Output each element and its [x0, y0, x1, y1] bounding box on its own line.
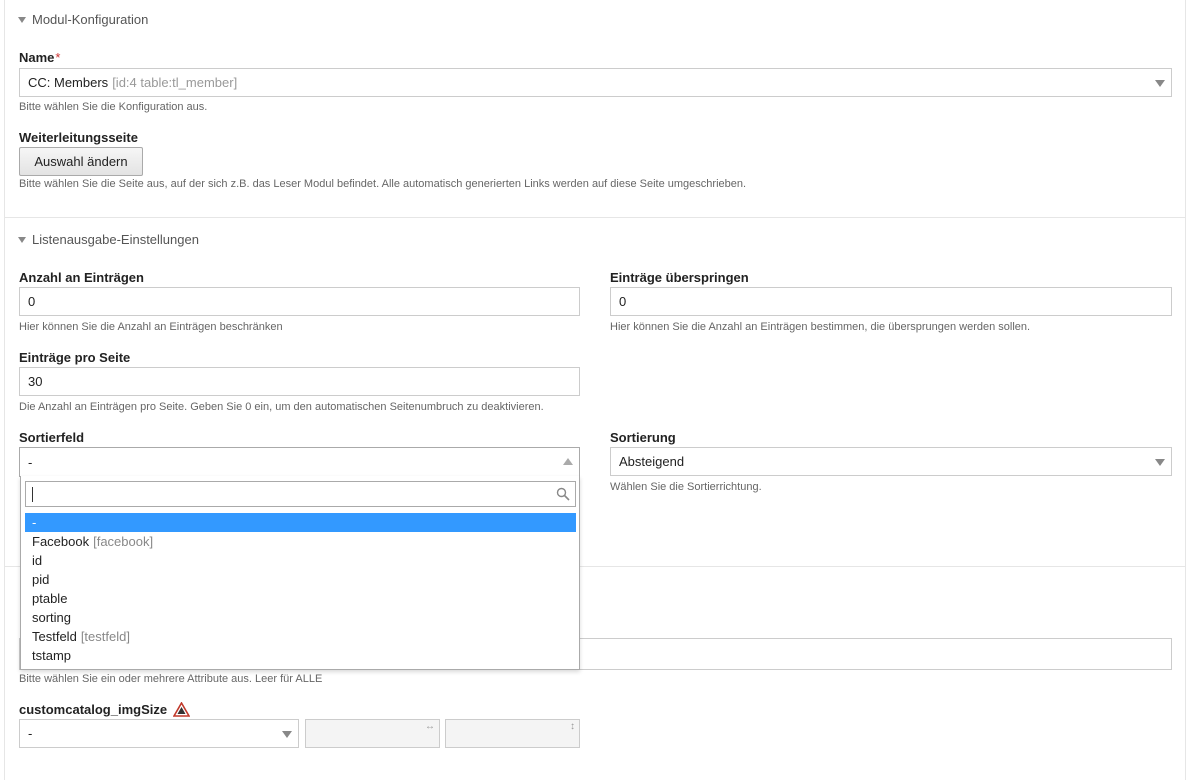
- sortierfeld-option[interactable]: id: [25, 551, 576, 570]
- option-label: pid: [32, 572, 50, 587]
- weiterleitung-help: Bitte wählen Sie die Seite aus, auf der …: [19, 178, 747, 190]
- pro-seite-label: Einträge pro Seite: [19, 350, 131, 365]
- sortierfeld-option[interactable]: tstamp: [25, 646, 576, 665]
- height-arrows-icon: ↕: [570, 721, 575, 732]
- name-label-text: Name: [19, 50, 55, 65]
- sortierung-select[interactable]: Absteigend: [610, 447, 1172, 476]
- option-label: Testfeld: [32, 629, 77, 644]
- pro-seite-input[interactable]: 30: [19, 367, 580, 396]
- anzahl-label: Anzahl an Einträgen: [19, 270, 144, 285]
- collapse-triangle-icon: [18, 236, 26, 243]
- width-arrows-icon: ↔: [425, 721, 435, 732]
- text-caret: [32, 487, 33, 502]
- sortierfeld-option[interactable]: Facebook [facebook]: [25, 532, 576, 551]
- attribute-help: Bitte wählen Sie ein oder mehrere Attrib…: [19, 673, 323, 685]
- sortierfeld-search-input[interactable]: [25, 481, 576, 507]
- option-label: ptable: [32, 591, 68, 606]
- option-label: id: [32, 553, 43, 568]
- option-label: -: [32, 515, 37, 530]
- name-select-meta: [id:4 table:tl_member]: [112, 75, 238, 90]
- imgsize-label-text: customcatalog_imgSize: [19, 702, 168, 717]
- imgsize-select[interactable]: -: [19, 719, 299, 748]
- sortierfeld-select[interactable]: -: [19, 447, 580, 477]
- sortierfeld-option[interactable]: sorting: [25, 608, 576, 627]
- chevron-up-icon: [563, 458, 573, 465]
- sortierung-help: Wählen Sie die Sortierrichtung.: [610, 481, 762, 493]
- sortierfeld-select-value: -: [28, 454, 33, 470]
- name-label: Name*: [19, 50, 60, 65]
- ueberspringen-label: Einträge überspringen: [610, 270, 749, 285]
- imgsize-select-value: -: [28, 726, 33, 741]
- ueberspringen-input-value: 0: [619, 294, 627, 309]
- sortierfeld-option[interactable]: Testfeld [testfeld]: [25, 627, 576, 646]
- name-help: Bitte wählen Sie die Konfiguration aus.: [19, 101, 208, 113]
- sortierung-label: Sortierung: [610, 430, 676, 445]
- section-title: Modul-Konfiguration: [32, 12, 149, 27]
- change-selection-button[interactable]: Auswahl ändern: [19, 147, 143, 176]
- pro-seite-input-value: 30: [28, 374, 43, 389]
- collapse-triangle-icon: [18, 16, 26, 23]
- chevron-down-icon: [1155, 79, 1165, 87]
- sortierfeld-option[interactable]: ptable: [25, 589, 576, 608]
- name-select[interactable]: CC: Members [id:4 table:tl_member]: [19, 68, 1172, 97]
- sortierfeld-option[interactable]: -: [25, 513, 576, 532]
- sortierfeld-label: Sortierfeld: [19, 430, 85, 445]
- imgsize-label: customcatalog_imgSize: [19, 702, 191, 717]
- sortierung-select-value: Absteigend: [619, 454, 685, 469]
- option-meta: [testfeld]: [80, 629, 130, 644]
- option-label: tstamp: [32, 648, 72, 663]
- sortierfeld-dropdown: - Facebook [facebook] id pid ptable sorting Tes…: [20, 476, 580, 670]
- option-label: Facebook: [32, 534, 90, 549]
- sortierfeld-option[interactable]: pid: [25, 570, 576, 589]
- section-divider: [4, 217, 1186, 218]
- section-toggle-listenausgabe[interactable]: Listenausgabe-Einstellungen: [18, 232, 199, 247]
- imgsize-height-input[interactable]: ↕: [445, 719, 580, 748]
- section-toggle-modul-konfiguration[interactable]: Modul-Konfiguration: [18, 12, 148, 27]
- option-meta: [facebook]: [93, 534, 154, 549]
- required-mark: *: [55, 50, 61, 65]
- anzahl-input-value: 0: [28, 294, 36, 309]
- ueberspringen-help: Hier können Sie die Anzahl an Einträgen …: [610, 321, 1031, 333]
- chevron-down-icon: [1155, 458, 1165, 466]
- warning-icon: [173, 702, 191, 717]
- anzahl-input[interactable]: 0: [19, 287, 580, 316]
- chevron-down-icon: [282, 730, 292, 738]
- anzahl-help: Hier können Sie die Anzahl an Einträgen …: [19, 321, 283, 333]
- imgsize-width-input[interactable]: ↔: [305, 719, 440, 748]
- weiterleitung-label: Weiterleitungsseite: [19, 130, 138, 145]
- pro-seite-help: Die Anzahl an Einträgen pro Seite. Geben…: [19, 401, 544, 413]
- ueberspringen-input[interactable]: 0: [610, 287, 1172, 316]
- section-title: Listenausgabe-Einstellungen: [32, 232, 199, 247]
- search-icon: [556, 487, 570, 501]
- name-select-value: CC: Members: [28, 75, 109, 90]
- option-label: sorting: [32, 610, 72, 625]
